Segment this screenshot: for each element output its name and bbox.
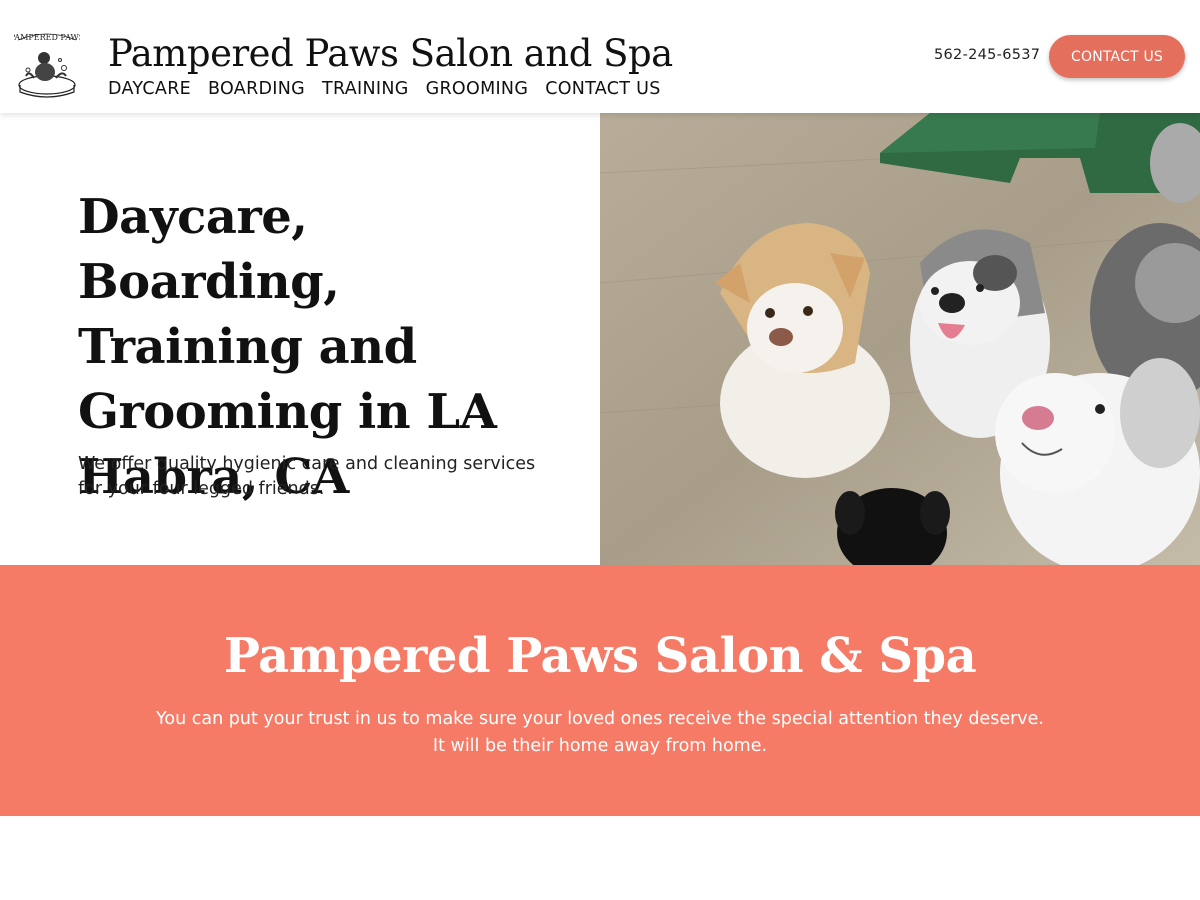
band-text-line-1: You can put your trust in us to make sur… (156, 709, 1044, 729)
intro-band (0, 565, 1200, 816)
nav-training[interactable]: TRAINING (322, 79, 409, 99)
nav-contact-us[interactable]: CONTACT US (545, 79, 660, 99)
band-text: You can put your trust in us to make sur… (100, 706, 1100, 760)
dogs-photo (600, 113, 1200, 565)
dogs-photo-image (600, 113, 1200, 565)
logo-icon: PAMPERED PAWS (10, 33, 84, 98)
main-nav: DAYCARE BOARDING TRAINING GROOMING CONTA… (108, 79, 661, 99)
svg-text:PAMPERED PAWS: PAMPERED PAWS (14, 33, 80, 42)
site-header: PAMPERED PAWS Pampered Paws Salon and Sp… (0, 0, 1200, 113)
site-title[interactable]: Pampered Paws Salon and Spa (108, 32, 673, 75)
nav-boarding[interactable]: BOARDING (208, 79, 305, 99)
nav-daycare[interactable]: DAYCARE (108, 79, 191, 99)
phone-number-link[interactable]: 562-245-6537 (934, 47, 1040, 63)
band-title: Pampered Paws Salon & Spa (223, 628, 977, 684)
contact-us-button[interactable]: CONTACT US (1049, 35, 1185, 78)
band-text-line-2: It will be their home away from home. (432, 736, 768, 756)
pampered-paws-logo[interactable]: PAMPERED PAWS (10, 30, 84, 100)
nav-grooming[interactable]: GROOMING (426, 79, 529, 99)
hero-subtext: We offer quality hygienic care and clean… (78, 454, 536, 499)
